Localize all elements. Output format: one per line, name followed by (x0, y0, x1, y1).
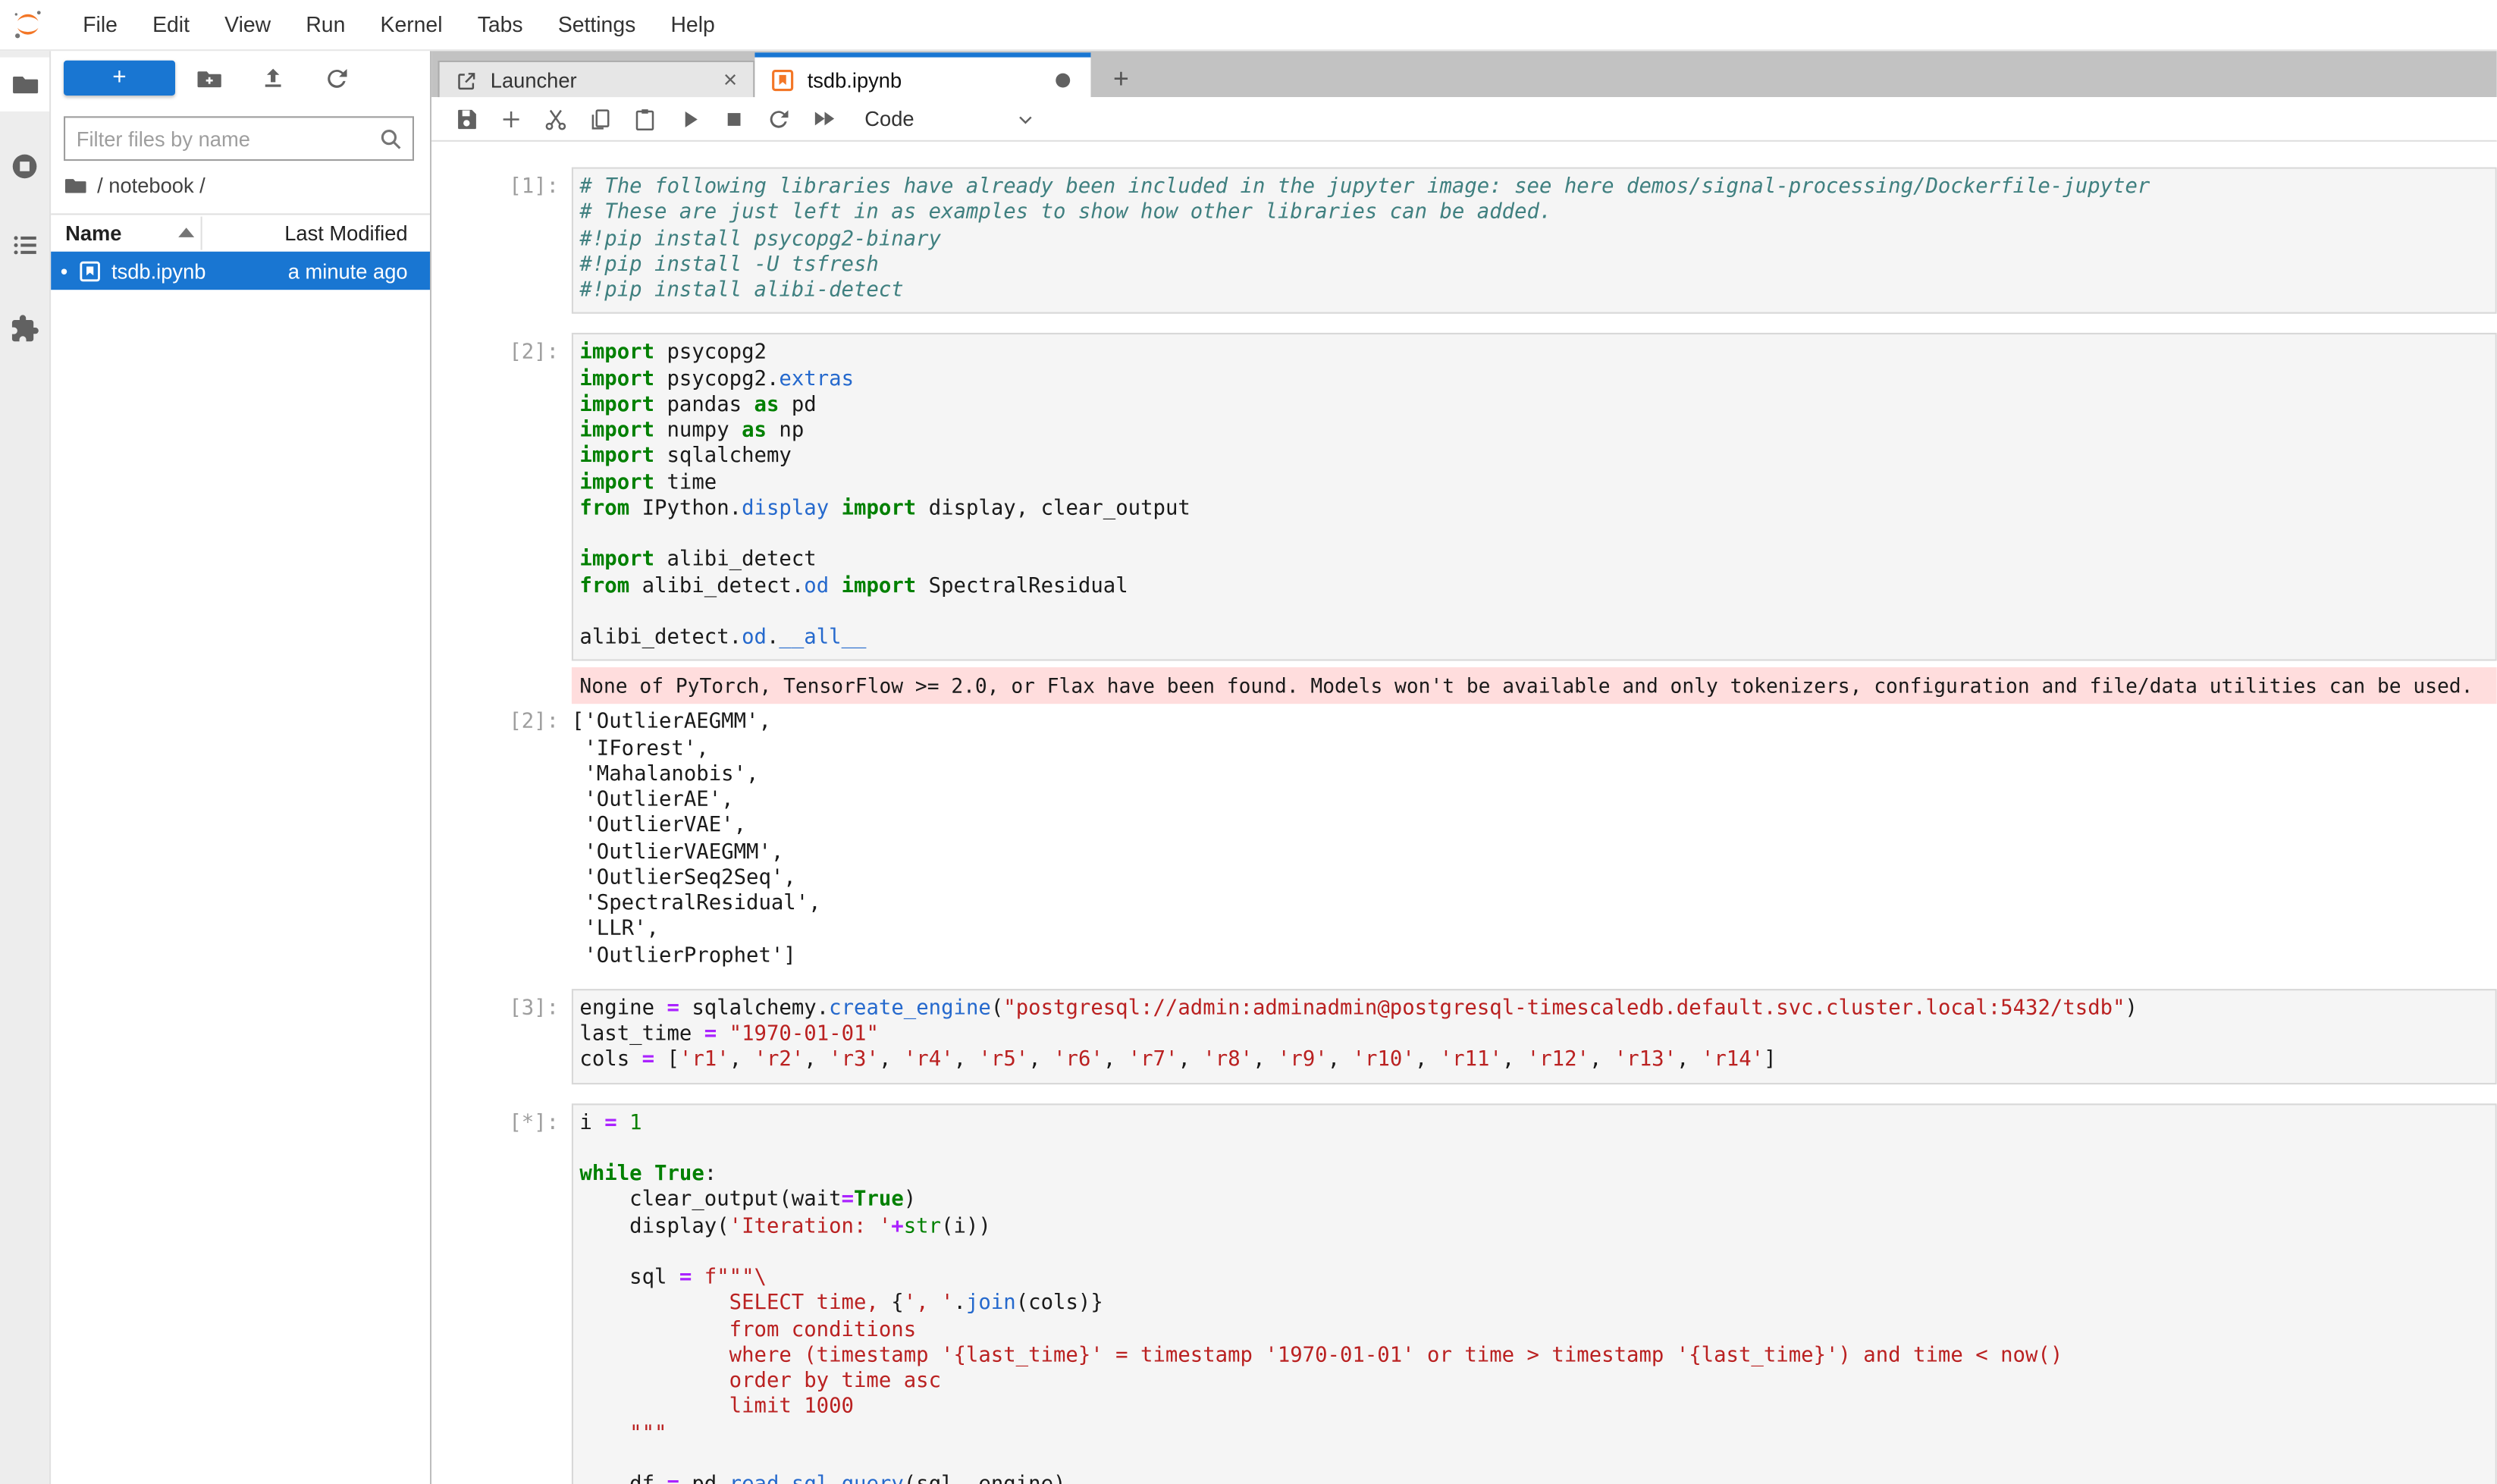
notebook-file-icon (78, 259, 102, 283)
filter-files-input[interactable] (65, 127, 379, 151)
sidebar-tab-extensions[interactable] (0, 301, 49, 355)
stderr-output: None of PyTorch, TensorFlow >= 2.0, or F… (572, 667, 2497, 704)
menu-view[interactable]: View (207, 13, 288, 37)
paste-cells-button[interactable] (623, 99, 667, 137)
cut-cells-button[interactable] (533, 99, 578, 137)
code-cell-3: [3]: engine = sqlalchemy.create_engine("… (431, 989, 2497, 1084)
new-tab-button[interactable]: + (1100, 61, 1142, 97)
menu-run[interactable]: Run (288, 13, 362, 37)
sidebar-icon-strip (0, 49, 51, 1484)
add-cell-button[interactable] (489, 99, 534, 137)
code-editor-1[interactable]: # The following libraries have already b… (572, 167, 2497, 314)
copy-cells-button[interactable] (578, 99, 623, 137)
folder-icon (11, 70, 39, 99)
sidebar-tab-running-sessions[interactable] (0, 139, 49, 193)
launcher-icon (456, 69, 478, 91)
stop-circle-icon (10, 150, 40, 180)
column-header-name[interactable]: Name (65, 221, 121, 246)
code-cell-4: [*]: i = 1 while True: clear_output(wait… (431, 1103, 2497, 1484)
search-icon (379, 127, 403, 151)
refresh-icon[interactable] (323, 65, 350, 93)
execution-prompt-running: [*]: (431, 1103, 572, 1484)
menu-edit[interactable]: Edit (135, 13, 207, 37)
breadcrumb-path[interactable]: / notebook / (97, 173, 205, 196)
output-text: ['OutlierAEGMM', 'IForest', 'Mahalanobis… (572, 711, 2497, 969)
output-prompt: [2]: (431, 711, 572, 969)
new-launcher-button[interactable]: + (64, 61, 175, 96)
menu-settings[interactable]: Settings (541, 13, 654, 37)
interrupt-kernel-button[interactable] (712, 99, 757, 137)
sidebar-tab-table-of-contents[interactable] (0, 218, 49, 272)
code-editor-2[interactable]: import psycopg2import psycopg2.extrasimp… (572, 333, 2497, 661)
breadcrumb: / notebook / (64, 171, 205, 199)
code-editor-3[interactable]: engine = sqlalchemy.create_engine("postg… (572, 989, 2497, 1084)
save-button[interactable] (444, 99, 489, 137)
menu-file[interactable]: File (65, 13, 135, 37)
close-tab-icon[interactable]: × (723, 67, 737, 94)
menu-tabs[interactable]: Tabs (460, 13, 541, 37)
menu-kernel[interactable]: Kernel (362, 13, 460, 37)
code-cell-2: [2]: import psycopg2import psycopg2.extr… (431, 333, 2497, 969)
home-folder-icon[interactable] (64, 173, 87, 196)
column-divider (201, 217, 202, 250)
chevron-down-icon (1015, 108, 1037, 130)
tab-launcher[interactable]: Launcher × (438, 61, 755, 100)
restart-run-all-button[interactable] (801, 99, 845, 137)
cell-output: [2]: ['OutlierAEGMM', 'IForest', 'Mahala… (431, 711, 2497, 969)
jupyterlab-window: File Edit View Run Kernel Tabs Settings … (0, 0, 2497, 1484)
cell-type-select[interactable]: Code (864, 107, 1037, 131)
execution-prompt: [1]: (431, 167, 572, 314)
file-modified: a minute ago (288, 259, 408, 283)
execution-prompt: [2]: (431, 333, 572, 661)
tab-label: tsdb.ipynb (808, 67, 902, 92)
open-file-bullet: • (61, 259, 74, 283)
list-icon (11, 231, 39, 260)
unsaved-changes-dot (1056, 73, 1070, 87)
upload-icon[interactable] (259, 65, 287, 93)
file-browser-panel: + / notebook / Name Last Modified (51, 49, 431, 1484)
puzzle-icon (10, 313, 40, 344)
file-list-header: Name Last Modified (51, 213, 430, 253)
file-row-tsdb-ipynb[interactable]: • tsdb.ipynb a minute ago (51, 252, 430, 290)
notebook-toolbar: Code (431, 97, 2497, 142)
code-cell-1: [1]: # The following libraries have alre… (431, 167, 2497, 314)
menu-help[interactable]: Help (653, 13, 732, 37)
cell-type-value: Code (864, 107, 914, 131)
main-dock-panel: Launcher × tsdb.ipynb + (431, 49, 2497, 1484)
restart-kernel-button[interactable] (756, 99, 801, 137)
menu-bar: File Edit View Run Kernel Tabs Settings … (0, 0, 2497, 51)
file-name: tsdb.ipynb (111, 259, 205, 283)
jupyter-logo-icon (11, 8, 45, 42)
column-header-last-modified[interactable]: Last Modified (284, 221, 407, 246)
notebook-icon (770, 67, 794, 92)
sort-ascending-icon (178, 227, 194, 237)
filter-files-box (64, 116, 414, 161)
dock-tab-bar: Launcher × tsdb.ipynb + (431, 49, 2497, 97)
execution-prompt: [3]: (431, 989, 572, 1084)
tab-label: Launcher (491, 68, 577, 93)
new-folder-icon[interactable] (196, 65, 223, 93)
tab-tsdb-notebook[interactable]: tsdb.ipynb (754, 52, 1090, 102)
sidebar-tab-filebrowser[interactable] (0, 58, 49, 111)
notebook-scroll-area[interactable]: [1]: # The following libraries have alre… (431, 142, 2497, 1484)
run-cell-button[interactable] (667, 99, 712, 137)
code-editor-4[interactable]: i = 1 while True: clear_output(wait=True… (572, 1103, 2497, 1484)
